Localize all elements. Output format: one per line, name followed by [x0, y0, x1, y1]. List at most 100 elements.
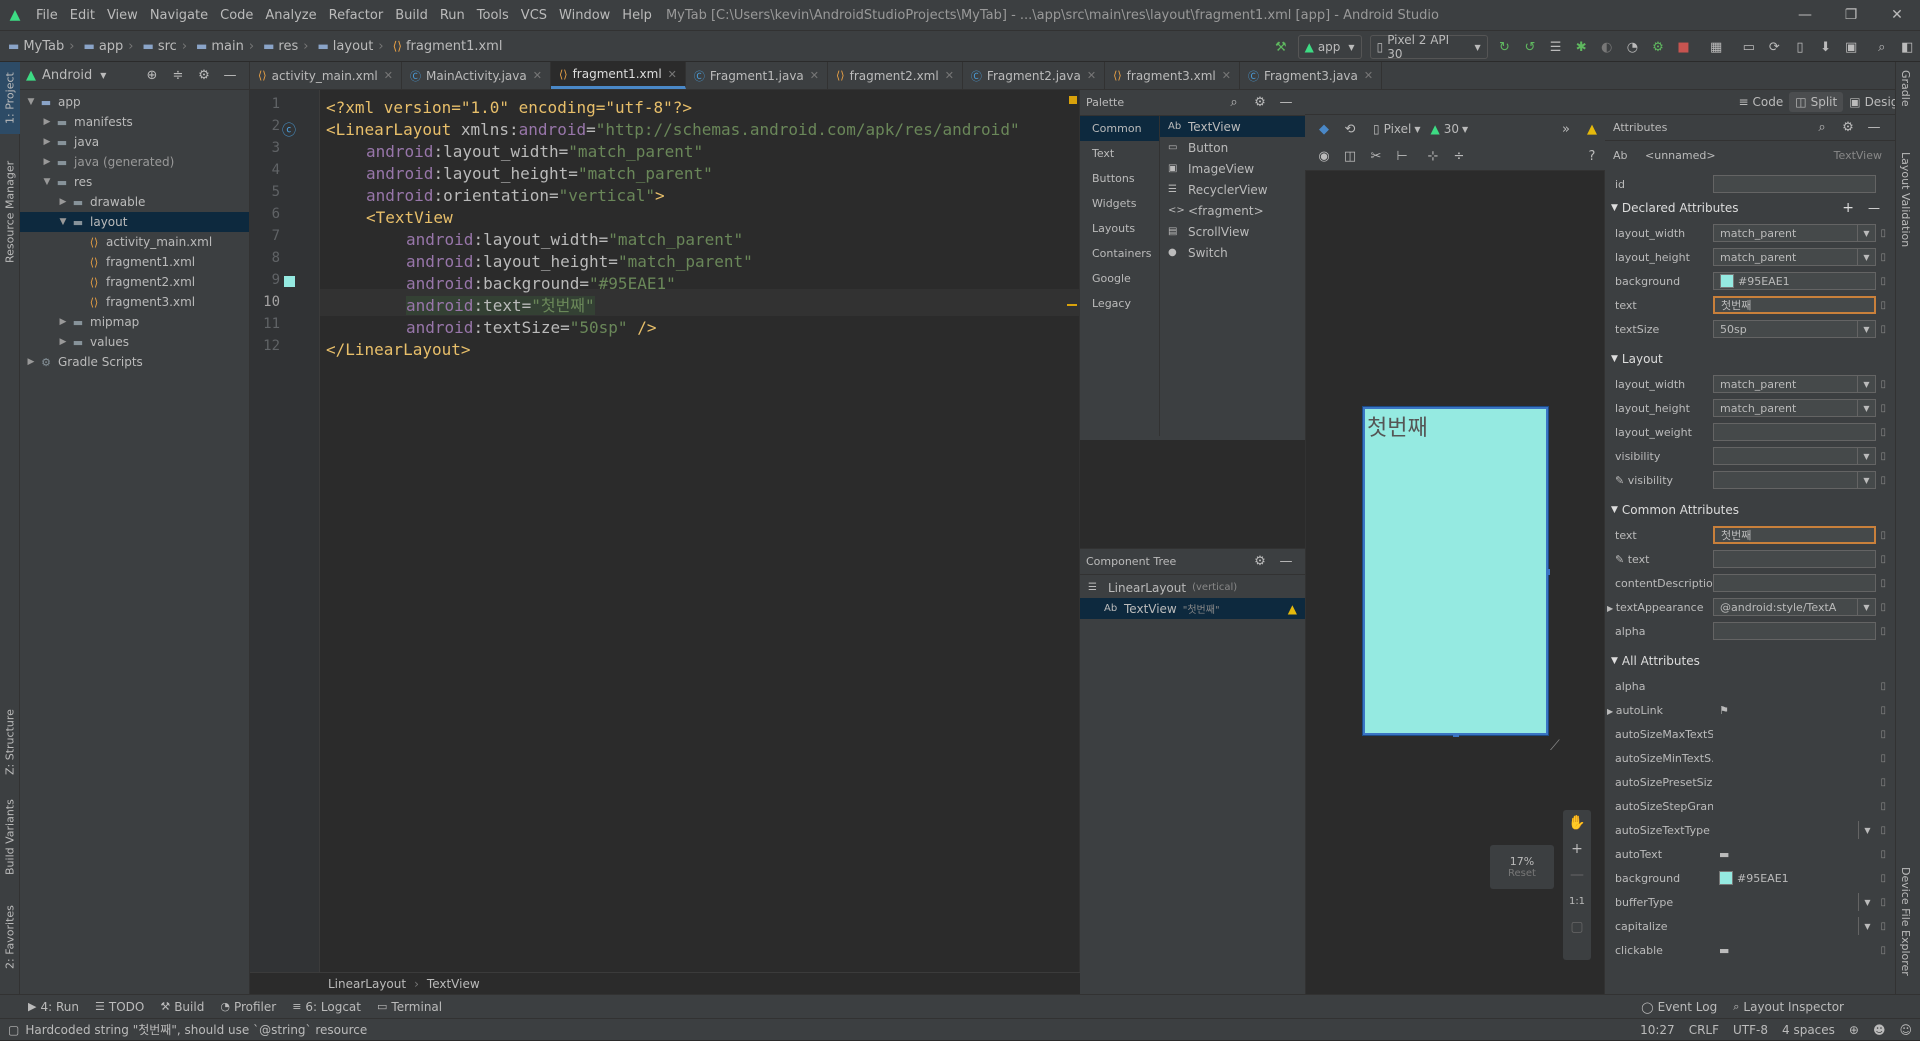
attr-value-visibility[interactable]: ▼ [1713, 447, 1876, 465]
attr-value-layoutheight[interactable]: match_parent ▼ [1713, 248, 1876, 266]
attr-value-alpha[interactable] [1713, 677, 1876, 695]
device-preview-select[interactable]: ▯ Pixel ▼ [1373, 122, 1421, 136]
run-config-select[interactable]: ▲ app ▼ [1297, 35, 1362, 59]
attr-value-textappearance[interactable]: @android:style/TextA ▼ [1713, 598, 1876, 616]
stop-icon[interactable]: ■ [1672, 35, 1696, 59]
hammer-icon[interactable]: ⚒ [1269, 35, 1293, 59]
chevron-down-icon[interactable]: ▼ [1857, 376, 1875, 392]
tool-tab-build[interactable]: ⚒ Build [160, 1000, 204, 1014]
palette-category-google[interactable]: Google [1080, 266, 1159, 291]
search-icon[interactable]: ⌕ [1222, 91, 1246, 115]
pin-icon[interactable]: ▯ [1880, 228, 1886, 239]
status-square-icon[interactable]: ▢ [8, 1023, 19, 1037]
run-tests-icon[interactable]: ⚙ [1646, 35, 1670, 59]
warning-marker-icon[interactable] [1069, 96, 1077, 104]
pin-icon[interactable]: ▯ [1880, 753, 1886, 764]
minimize-icon[interactable]: — [1782, 0, 1828, 30]
menu-item-navigate[interactable]: Navigate [144, 8, 214, 23]
profile-icon[interactable]: ◔ [1621, 35, 1645, 59]
pin-icon[interactable]: ▯ [1880, 873, 1886, 884]
indent-setting[interactable]: 4 spaces [1782, 1023, 1835, 1037]
zoom-reset[interactable]: Reset [1508, 868, 1536, 879]
class-marker-icon[interactable]: ⓒ [282, 120, 296, 140]
minimize-panel-icon[interactable]: — [1274, 91, 1298, 115]
locate-icon[interactable]: ⊕ [140, 64, 164, 88]
warning-icon[interactable]: ▲ [1580, 117, 1604, 141]
tool-tab-eventlog[interactable]: ◯ Event Log [1641, 1000, 1717, 1014]
avd-manager-icon[interactable]: ▯ [1788, 35, 1812, 59]
caret-position[interactable]: 10:27 [1640, 1023, 1675, 1037]
tool-tab-profiler[interactable]: ◔ Profiler [220, 1000, 276, 1014]
color-swatch-icon[interactable] [1720, 274, 1734, 288]
menu-item-vcs[interactable]: VCS [515, 8, 553, 23]
breadcrumb-item[interactable]: ▬ layout › [317, 39, 388, 54]
attr-value-buffertype[interactable]: ▼ [1713, 893, 1876, 911]
code-mode-button[interactable]: ≡ Code [1732, 92, 1789, 112]
eye-icon[interactable]: ◉ [1312, 145, 1336, 169]
color-swatch-icon[interactable] [284, 276, 295, 287]
chevron-down-icon[interactable]: ▼ [1857, 249, 1875, 265]
hide-icon[interactable]: — [218, 64, 242, 88]
attr-value-layoutwidth[interactable]: match_parent ▼ [1713, 224, 1876, 242]
close-icon[interactable]: ✕ [533, 69, 542, 82]
chevron-right-icon[interactable]: ▶ [1607, 707, 1616, 716]
zoom-level[interactable]: 17% Reset [1490, 845, 1554, 889]
menu-item-code[interactable]: Code [214, 8, 259, 23]
pin-icon[interactable]: ▯ [1880, 276, 1886, 287]
structure-tab[interactable]: Z: Structure [0, 702, 20, 782]
section-declared[interactable]: ▼ Declared Attributes + — [1605, 196, 1890, 220]
device-preview-screen[interactable]: 첫번째 [1363, 407, 1550, 737]
menu-item-tools[interactable]: Tools [471, 8, 515, 23]
close-icon[interactable]: ✕ [384, 69, 393, 82]
id-input[interactable] [1713, 175, 1876, 193]
close-icon[interactable]: ✕ [1364, 69, 1373, 82]
api-select[interactable]: ▲ 30 ▼ [1431, 122, 1469, 136]
resize-corner-icon[interactable]: ⟋ [1550, 738, 1560, 754]
tree-item-values[interactable]: ▶ ▬ values [20, 332, 249, 352]
breadcrumb-item[interactable]: ▬ MyTab › [8, 39, 79, 54]
breadcrumb-item[interactable]: ⟨⟩ fragment1.xml [393, 39, 503, 54]
menu-item-run[interactable]: Run [434, 8, 471, 23]
coverage-icon[interactable]: ☰ [1544, 35, 1568, 59]
chevron-down-icon[interactable]: ▼ [1857, 400, 1875, 416]
chevron-down-icon[interactable]: ▼ [1857, 225, 1875, 241]
resize-handle[interactable] [1453, 734, 1459, 737]
chevron-right-icon[interactable]: ▶ [56, 197, 70, 207]
attr-value-layoutweight[interactable] [1713, 423, 1876, 441]
tree-item-fragment2-xml[interactable]: ⟨⟩ fragment2.xml [20, 272, 249, 292]
project-structure-icon[interactable]: ▦ [1704, 35, 1728, 59]
section-layout[interactable]: ▼ Layout [1605, 347, 1890, 371]
chevron-down-icon[interactable]: ▼ [1857, 599, 1875, 615]
menu-item-edit[interactable]: Edit [64, 8, 101, 23]
tab-activity-main-xml[interactable]: ⟨⟩ activity_main.xml ✕ [250, 62, 402, 89]
chevron-right-icon[interactable]: ▶ [40, 137, 54, 147]
attr-value-autosizepresetsiz[interactable] [1713, 773, 1876, 791]
pin-icon[interactable]: ▯ [1880, 324, 1886, 335]
layout-icon[interactable]: ▭ [1737, 35, 1761, 59]
remove-attribute-icon[interactable]: — [1868, 201, 1880, 215]
tree-item-res[interactable]: ▼ ▬ res [20, 172, 249, 192]
pin-icon[interactable]: ▯ [1880, 945, 1886, 956]
close-icon[interactable]: ✕ [1087, 69, 1096, 82]
code-line[interactable]: </LinearLayout> [326, 336, 471, 363]
breadcrumb-item[interactable]: ▬ app › [83, 39, 138, 54]
palette-item-button[interactable]: ▭ Button [1160, 137, 1305, 158]
preview-textview[interactable]: 첫번째 [1367, 410, 1428, 442]
tab-fragment3-java[interactable]: Ⓒ Fragment3.java ✕ [1240, 62, 1383, 89]
tab-fragment2-xml[interactable]: ⟨⟩ fragment2.xml ✕ [828, 62, 963, 89]
debug-icon[interactable]: ✱ [1569, 35, 1593, 59]
pan-icon[interactable]: ✋ [1568, 810, 1585, 836]
pin-icon[interactable]: ▯ [1880, 427, 1886, 438]
palette-category-layouts[interactable]: Layouts [1080, 216, 1159, 241]
lock-icon[interactable]: ⊕ [1849, 1023, 1859, 1037]
pin-icon[interactable]: ▯ [1880, 252, 1886, 263]
resource-manager-tab[interactable]: Resource Manager [0, 152, 20, 272]
layers-icon[interactable]: ◆ [1312, 117, 1336, 141]
pin-icon[interactable]: ▯ [1880, 897, 1886, 908]
pin-icon[interactable]: ▯ [1880, 777, 1886, 788]
tab-fragment3-xml[interactable]: ⟨⟩ fragment3.xml ✕ [1105, 62, 1240, 89]
pin-icon[interactable]: ▯ [1880, 554, 1886, 565]
tree-item-java-generated-[interactable]: ▶ ▬ java (generated) [20, 152, 249, 172]
settings-icon[interactable]: ◧ [1896, 35, 1920, 59]
attr-value-text[interactable]: 첫번째 [1713, 526, 1876, 544]
